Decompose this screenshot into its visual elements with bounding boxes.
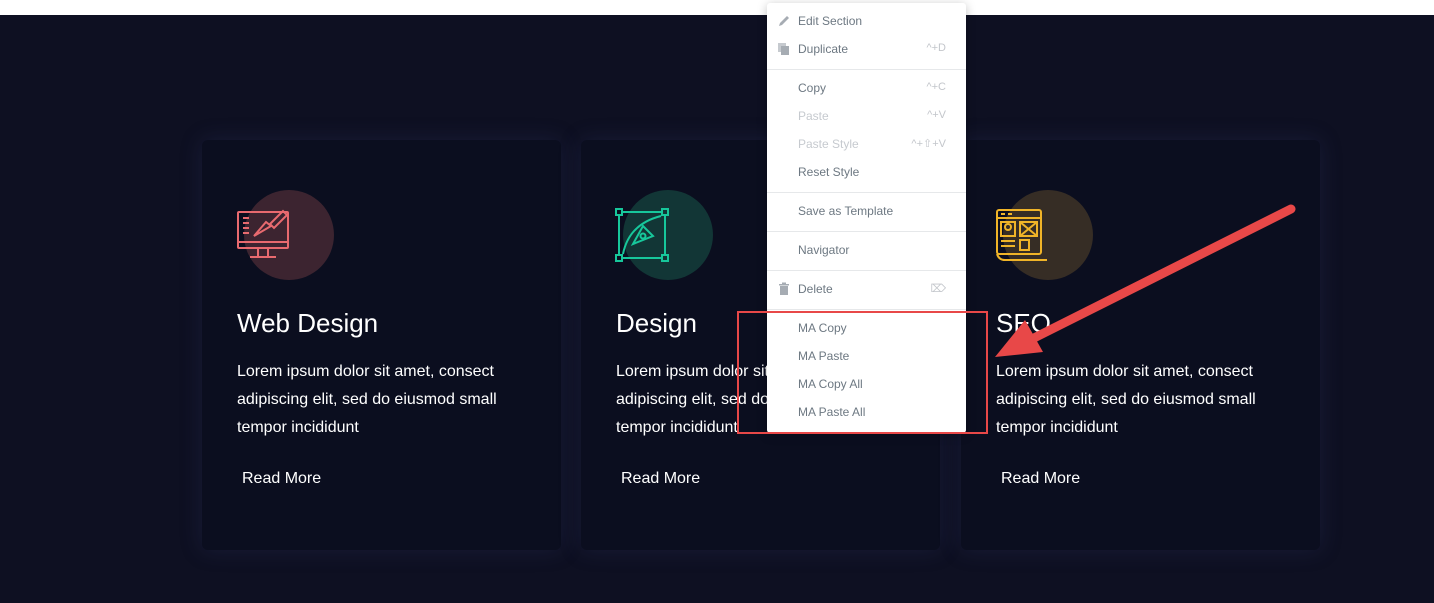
shortcut-hint: ^+⇧+V [911, 138, 946, 150]
menu-item-reset-style[interactable]: Reset Style [767, 158, 966, 186]
menu-divider [767, 192, 966, 193]
menu-item-label: Paste [798, 109, 829, 123]
trash-icon [779, 282, 789, 295]
menu-item-label: Paste Style [798, 137, 859, 151]
card-description: Lorem ipsum dolor sit amet, consect adip… [996, 363, 1256, 436]
menu-item-save-as-template[interactable]: Save as Template [767, 197, 966, 225]
services-section: Web Design Lorem ipsum dolor sit amet, c… [0, 15, 1434, 603]
menu-item-copy[interactable]: Copy ^+C [767, 74, 966, 102]
menu-item-label: Reset Style [798, 165, 860, 179]
delete-key-icon: ⌦ [930, 283, 946, 295]
menu-item-label: Delete [798, 282, 833, 296]
read-more-link[interactable]: Read More [621, 470, 700, 488]
seo-browser-icon [996, 209, 1047, 261]
menu-divider [767, 270, 966, 271]
card-title: Web Design [237, 308, 379, 338]
card-title: Design [616, 308, 697, 338]
shortcut-hint: ^+V [927, 109, 946, 121]
pen-tool-icon [615, 208, 669, 262]
menu-item-delete[interactable]: Delete ⌦ [767, 275, 966, 303]
card-title: SEO [996, 308, 1051, 338]
menu-item-navigator[interactable]: Navigator [767, 236, 966, 264]
menu-item-label: Save as Template [798, 204, 894, 218]
menu-item-paste[interactable]: Paste ^+V [767, 102, 966, 130]
service-card-seo: SEO Lorem ipsum dolor sit amet, consect … [961, 140, 1320, 550]
menu-item-label: Navigator [798, 243, 850, 257]
card-description: Lorem ipsum dolor sit amet, consect adip… [237, 363, 497, 436]
menu-divider [767, 309, 966, 310]
web-design-monitor-icon [237, 209, 289, 258]
menu-item-paste-style[interactable]: Paste Style ^+⇧+V [767, 130, 966, 158]
menu-item-label: Duplicate [798, 42, 849, 56]
menu-item-label: Edit Section [798, 14, 863, 28]
service-card-web-design: Web Design Lorem ipsum dolor sit amet, c… [202, 140, 561, 550]
menu-item-duplicate[interactable]: Duplicate ^+D [767, 35, 966, 63]
copy-icon [778, 43, 789, 55]
menu-divider [767, 231, 966, 232]
menu-item-edit-section[interactable]: Edit Section [767, 7, 966, 35]
pencil-icon [779, 16, 789, 26]
read-more-link[interactable]: Read More [1001, 470, 1080, 488]
shortcut-hint: ^+D [926, 42, 946, 54]
annotation-highlight-box [737, 311, 988, 434]
read-more-link[interactable]: Read More [242, 470, 321, 488]
shortcut-hint: ^+C [926, 81, 946, 93]
menu-divider [767, 69, 966, 70]
menu-item-label: Copy [798, 81, 827, 95]
